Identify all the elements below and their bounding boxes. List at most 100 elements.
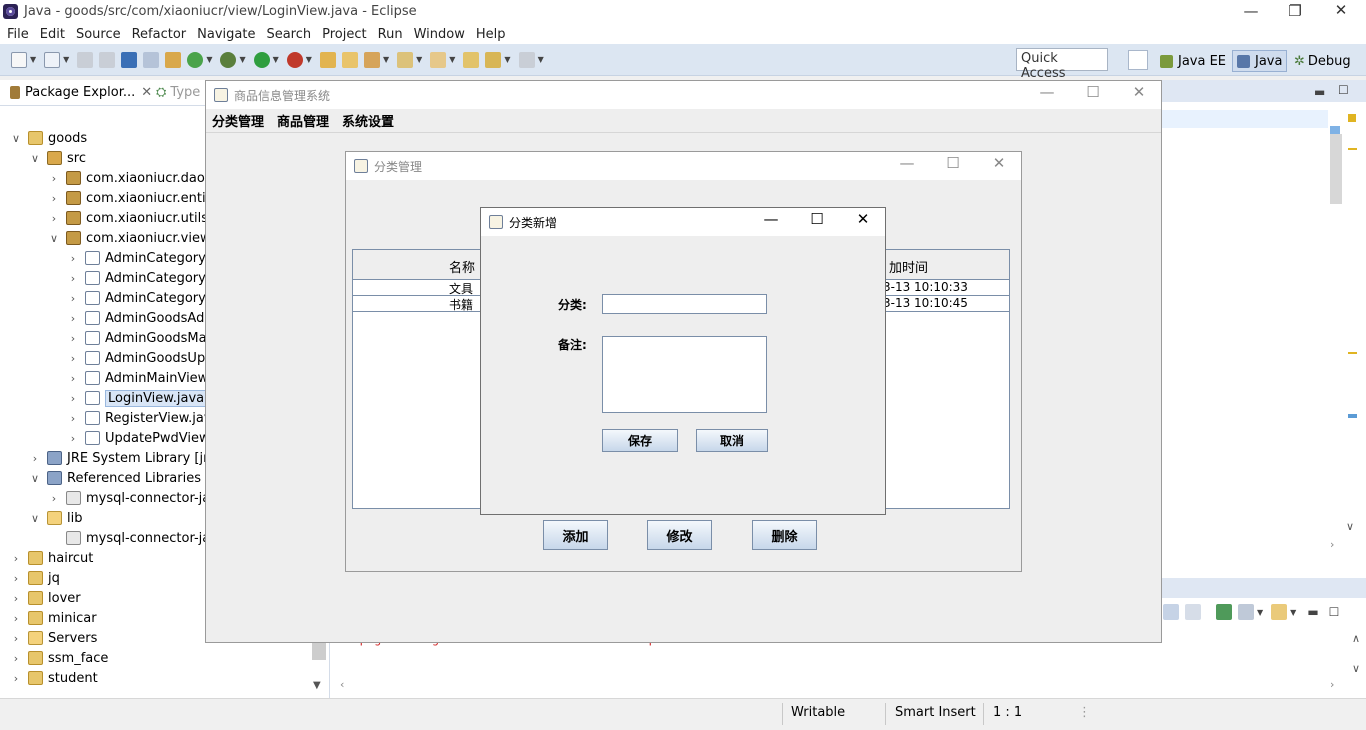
- perspective-java[interactable]: Java: [1232, 50, 1288, 72]
- menu-source[interactable]: Source: [76, 27, 121, 42]
- menu-search[interactable]: Search: [266, 27, 311, 42]
- chevron-right-icon[interactable]: ›: [10, 592, 22, 605]
- maximize-view-icon[interactable]: ☐: [1338, 83, 1349, 97]
- last-edit-icon[interactable]: [463, 51, 480, 68]
- console-scroll-down-icon[interactable]: ∨: [1352, 662, 1360, 675]
- category-input[interactable]: [602, 294, 767, 314]
- dialog-minimize-icon[interactable]: —: [748, 210, 794, 228]
- tree-item[interactable]: ∨ lib: [29, 508, 83, 528]
- tab-package-explorer[interactable]: Package Explor... ✕: [10, 85, 152, 100]
- tree-item[interactable]: › UpdatePwdView.j: [67, 428, 216, 448]
- restore-icon[interactable]: ❐: [1272, 2, 1318, 20]
- quick-access-input[interactable]: Quick Access: [1016, 48, 1108, 81]
- main-minimize-icon[interactable]: —: [1024, 83, 1070, 101]
- tree-item[interactable]: › jq: [10, 568, 60, 588]
- tree-item[interactable]: › com.xiaoniucr.utils: [48, 208, 208, 228]
- editor-scrollbar-thumb[interactable]: [1330, 134, 1342, 204]
- tree-item[interactable]: › LoginView.java: [67, 388, 208, 408]
- chevron-down-icon[interactable]: ∨: [29, 152, 41, 165]
- menu-edit[interactable]: Edit: [40, 27, 65, 42]
- chevron-right-icon[interactable]: ›: [48, 192, 60, 205]
- chevron-right-icon[interactable]: ›: [67, 392, 79, 405]
- main-close-icon[interactable]: ✕: [1116, 83, 1162, 101]
- main-maximize-icon[interactable]: ☐: [1070, 83, 1116, 101]
- tree-item[interactable]: › mysql-connector-jav: [48, 488, 218, 508]
- chevron-right-icon[interactable]: ›: [29, 452, 41, 465]
- chevron-right-icon[interactable]: ›: [48, 212, 60, 225]
- close-icon[interactable]: ✕: [1318, 1, 1364, 19]
- tree-item[interactable]: › AdminCategoryM: [67, 268, 217, 288]
- menu-project[interactable]: Project: [322, 27, 366, 42]
- column-header-name[interactable]: 名称: [449, 257, 475, 276]
- chevron-right-icon[interactable]: ›: [67, 432, 79, 445]
- debug-icon[interactable]: [220, 51, 237, 68]
- cancel-button[interactable]: 取消: [696, 429, 768, 452]
- console-scroll-right-icon[interactable]: ›: [1330, 678, 1334, 691]
- dialog-maximize-icon[interactable]: ☐: [794, 210, 840, 228]
- save-all-icon[interactable]: [99, 51, 116, 68]
- tree-item[interactable]: mysql-connector-jav: [48, 528, 218, 548]
- clear-console-icon[interactable]: [1185, 604, 1201, 620]
- category-close-icon[interactable]: ✕: [976, 154, 1022, 172]
- add-button[interactable]: 添加: [543, 520, 608, 550]
- prev-annotation-dropdown-icon[interactable]: ▼: [449, 55, 455, 64]
- chevron-right-icon[interactable]: ›: [10, 572, 22, 585]
- chevron-right-icon[interactable]: ›: [48, 492, 60, 505]
- pe-scrollbar-thumb[interactable]: [312, 640, 326, 660]
- tree-item[interactable]: › com.xiaoniucr.dao: [48, 168, 205, 188]
- menu-category-management[interactable]: 分类管理: [212, 111, 264, 130]
- search-dropdown-icon[interactable]: ▼: [383, 55, 389, 64]
- display-dropdown-icon[interactable]: ▼: [1257, 608, 1263, 617]
- chevron-right-icon[interactable]: ›: [67, 292, 79, 305]
- wizard-dropdown-icon[interactable]: ▼: [63, 55, 69, 64]
- search-tool-icon[interactable]: [363, 51, 380, 68]
- remark-textarea[interactable]: [602, 336, 767, 413]
- menu-refactor[interactable]: Refactor: [132, 27, 187, 42]
- tree-item[interactable]: ∨ goods: [10, 128, 87, 148]
- forward-icon[interactable]: [518, 51, 535, 68]
- menu-file[interactable]: File: [7, 27, 29, 42]
- tree-item[interactable]: › AdminMainView.j: [67, 368, 215, 388]
- external-dropdown-icon[interactable]: ▼: [306, 55, 312, 64]
- tree-item[interactable]: ∨ src: [29, 148, 86, 168]
- run-dropdown-icon[interactable]: ▼: [273, 55, 279, 64]
- open-console-dropdown-icon[interactable]: ▼: [1290, 608, 1296, 617]
- chevron-right-icon[interactable]: ›: [67, 352, 79, 365]
- delete-button[interactable]: 删除: [752, 520, 817, 550]
- scroll-down-icon[interactable]: ∨: [1346, 520, 1354, 533]
- tab-type-hierarchy[interactable]: ⛭ Type: [156, 85, 200, 100]
- back-icon[interactable]: [485, 51, 502, 68]
- skip-breakpoints-icon[interactable]: [143, 51, 160, 68]
- open-type-icon[interactable]: [319, 51, 336, 68]
- chevron-right-icon[interactable]: ›: [67, 412, 79, 425]
- package-icon[interactable]: [165, 51, 182, 68]
- category-maximize-icon[interactable]: ☐: [930, 154, 976, 172]
- refresh-dropdown-icon[interactable]: ▼: [206, 55, 212, 64]
- console-scroll-left-icon[interactable]: ‹: [340, 678, 344, 691]
- next-annotation-icon[interactable]: [397, 51, 414, 68]
- prev-annotation-icon[interactable]: [430, 51, 447, 68]
- chevron-right-icon[interactable]: ›: [10, 672, 22, 685]
- scroll-right-icon[interactable]: ›: [1330, 538, 1334, 551]
- chevron-right-icon[interactable]: ›: [67, 272, 79, 285]
- chevron-right-icon[interactable]: ›: [67, 332, 79, 345]
- menu-system-settings[interactable]: 系统设置: [342, 111, 394, 130]
- menu-run[interactable]: Run: [378, 27, 403, 42]
- new-dropdown-icon[interactable]: ▼: [30, 55, 36, 64]
- maximize-console-icon[interactable]: ☐: [1329, 605, 1340, 619]
- chevron-down-icon[interactable]: ∨: [48, 232, 60, 245]
- minimize-icon[interactable]: —: [1228, 2, 1274, 20]
- tree-item[interactable]: › AdminGoodsUpd: [67, 348, 214, 368]
- refresh-icon[interactable]: [187, 51, 204, 68]
- chevron-down-icon[interactable]: ∨: [29, 512, 41, 525]
- console-scroll-up-icon[interactable]: ∧: [1352, 632, 1360, 645]
- chevron-down-icon[interactable]: ∨: [10, 132, 22, 145]
- tree-item[interactable]: › AdminGoodsAdd: [67, 308, 213, 328]
- close-tab-icon[interactable]: ✕: [141, 85, 152, 100]
- tree-item[interactable]: › haircut: [10, 548, 94, 568]
- tree-item[interactable]: › minicar: [10, 608, 97, 628]
- tree-item[interactable]: ∨ com.xiaoniucr.view: [48, 228, 211, 248]
- tree-item[interactable]: › JRE System Library [jre1: [29, 448, 225, 468]
- tree-item[interactable]: › Servers: [10, 628, 98, 648]
- save-button[interactable]: 保存: [602, 429, 678, 452]
